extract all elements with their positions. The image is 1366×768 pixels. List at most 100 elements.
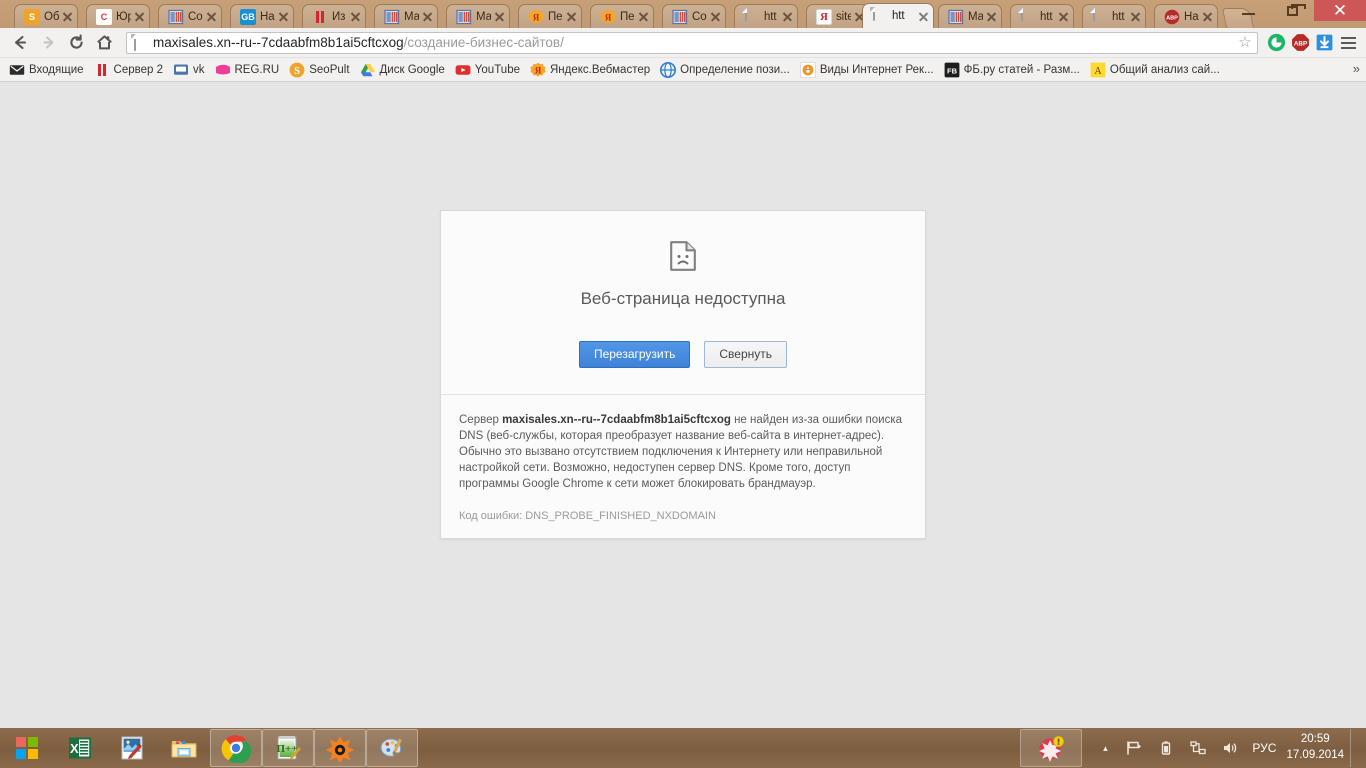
chrome-menu-button[interactable] [1336, 30, 1360, 56]
avast-taskbar-icon[interactable] [314, 729, 366, 767]
back-button[interactable] [6, 30, 34, 56]
browser-tab[interactable]: Со [158, 4, 222, 28]
browser-tab[interactable]: Ма [374, 4, 438, 28]
browser-tab[interactable]: S Об [14, 4, 78, 28]
browser-tab[interactable]: Я Пе [518, 4, 582, 28]
bookmark-label: Определение пози... [680, 63, 790, 76]
browser-tab[interactable]: Яsite [806, 4, 870, 28]
excel-taskbar-icon[interactable]: X [54, 729, 106, 767]
show-desktop-button[interactable] [1350, 729, 1360, 767]
action-center-flag-icon[interactable] [1123, 734, 1145, 762]
bookmark-item[interactable]: REG.RU [210, 60, 285, 80]
tab-close-icon[interactable] [1201, 10, 1214, 23]
clock[interactable]: 20:59 17.09.2014 [1286, 732, 1344, 763]
tab-strip: S Об C Юр Со GB На Из Ма Ма Я Пе Я Пе Со htt Яsite htt Ма h… [0, 0, 1366, 28]
notes-icon [456, 9, 472, 25]
bookmark-item[interactable]: Сервер 2 [89, 60, 168, 80]
photo-editor-taskbar-icon[interactable] [106, 729, 158, 767]
browser-tab[interactable]: htt [1010, 4, 1074, 28]
tab-title: htt [1112, 10, 1125, 23]
browser-tab[interactable]: Я Пе [590, 4, 654, 28]
tray-chevron-icon[interactable]: ▲ [1097, 734, 1113, 762]
file-explorer-taskbar-icon[interactable] [158, 729, 210, 767]
battery-icon[interactable] [1155, 734, 1177, 762]
adblock-icon: ABP [1164, 9, 1180, 25]
tab-title: Со [188, 10, 203, 23]
browser-tab[interactable]: GB На [230, 4, 294, 28]
language-indicator[interactable]: РУС [1252, 741, 1276, 755]
clock-time: 20:59 [1300, 733, 1330, 746]
tab-title: Об [44, 10, 59, 23]
chrome-taskbar-icon[interactable] [210, 729, 262, 767]
bookmark-item[interactable]: Диск Google [355, 60, 450, 80]
forward-button[interactable] [34, 30, 62, 56]
browser-tab[interactable]: Из [302, 4, 366, 28]
bookmarks-overflow-button[interactable]: » [1353, 61, 1360, 76]
tab-close-icon[interactable] [985, 10, 998, 23]
close-window-button[interactable]: ✕ [1314, 0, 1366, 21]
paint-taskbar-icon[interactable] [366, 729, 418, 767]
window-controls: ✕ [1226, 0, 1366, 28]
browser-tab[interactable]: C Юр [86, 4, 150, 28]
address-bar[interactable]: maxisales.xn--ru--7cdaabfm8b1ai5cftcxog/… [126, 31, 1258, 54]
bookmarks-bar: Входящие Сервер 2 vk REG.RU S SeoPult Диск Goo… [0, 58, 1366, 82]
volume-icon[interactable] [1219, 734, 1241, 762]
bookmark-item[interactable]: Я Яндекс.Вебмастер [525, 60, 655, 80]
bookmark-item[interactable]: FB ФБ.ру статей - Разм... [939, 60, 1085, 80]
tab-close-icon[interactable] [709, 10, 722, 23]
bookmark-item[interactable]: Входящие [4, 60, 89, 80]
tab-title: htt [892, 10, 905, 22]
bookmark-item[interactable]: Определение пози... [655, 60, 795, 80]
browser-tab[interactable]: Ма [446, 4, 510, 28]
google-drive-icon [360, 62, 376, 78]
svg-text:ABP: ABP [1293, 40, 1306, 47]
reload-page-button[interactable]: Перезагрузить [578, 341, 691, 369]
tab-close-icon[interactable] [637, 10, 650, 23]
download-manager-extension-icon[interactable] [1312, 30, 1336, 56]
bookmark-item[interactable]: vk [168, 60, 210, 80]
tab-title: Из [332, 10, 346, 23]
tab-close-icon[interactable] [277, 10, 290, 23]
tab-close-icon[interactable] [917, 10, 930, 23]
reload-button[interactable] [62, 30, 90, 56]
start-button[interactable] [0, 728, 54, 768]
notepadpp-taskbar-icon[interactable]: Π++ [262, 729, 314, 767]
vk-icon [173, 62, 189, 78]
windows-taskbar: X Π++ ▲ РУС 20:59 17.09.2014 [0, 728, 1366, 768]
bookmark-item[interactable]: A Общий анализ сай... [1085, 60, 1225, 80]
network-icon[interactable] [1187, 734, 1209, 762]
avast-tray-icon[interactable] [1020, 729, 1083, 767]
browser-tab[interactable]: ABP На [1154, 4, 1218, 28]
minimize-error-button[interactable]: Свернуть [704, 341, 788, 369]
bookmark-label: Яндекс.Вебмастер [550, 63, 651, 76]
tab-close-icon[interactable] [421, 10, 434, 23]
browser-tab[interactable]: htt [1082, 4, 1146, 28]
tab-close-icon[interactable] [1057, 10, 1070, 23]
bookmark-label: YouTube [474, 63, 520, 76]
browser-tab[interactable]: Ма [938, 4, 1002, 28]
adblock-plus-extension-icon[interactable]: ABP [1288, 30, 1312, 56]
tab-close-icon[interactable] [61, 10, 74, 23]
bookmark-label: vk [193, 63, 205, 76]
bookmark-item[interactable]: Виды Интернет Рек... [795, 60, 939, 80]
tab-close-icon[interactable] [493, 10, 506, 23]
tab-close-icon[interactable] [1129, 10, 1142, 23]
letter-a-icon: A [1090, 62, 1106, 78]
home-button[interactable] [90, 30, 118, 56]
tab-close-icon[interactable] [205, 10, 218, 23]
notes-icon [672, 9, 688, 25]
tab-close-icon[interactable] [565, 10, 578, 23]
bookmark-item[interactable]: S SeoPult [284, 60, 354, 80]
page-icon [1020, 7, 1036, 25]
browser-tab[interactable]: htt [862, 3, 934, 28]
browser-tab[interactable]: htt [734, 4, 798, 28]
tab-close-icon[interactable] [349, 10, 362, 23]
tab-close-icon[interactable] [781, 10, 794, 23]
minimize-window-button[interactable] [1226, 0, 1270, 21]
green-circle-extension-icon[interactable] [1264, 30, 1288, 56]
maximize-window-button[interactable] [1270, 0, 1314, 21]
bookmark-item[interactable]: YouTube [450, 60, 525, 80]
browser-tab[interactable]: Со [662, 4, 726, 28]
bookmark-star-icon[interactable]: ☆ [1237, 35, 1253, 51]
tab-close-icon[interactable] [133, 10, 146, 23]
